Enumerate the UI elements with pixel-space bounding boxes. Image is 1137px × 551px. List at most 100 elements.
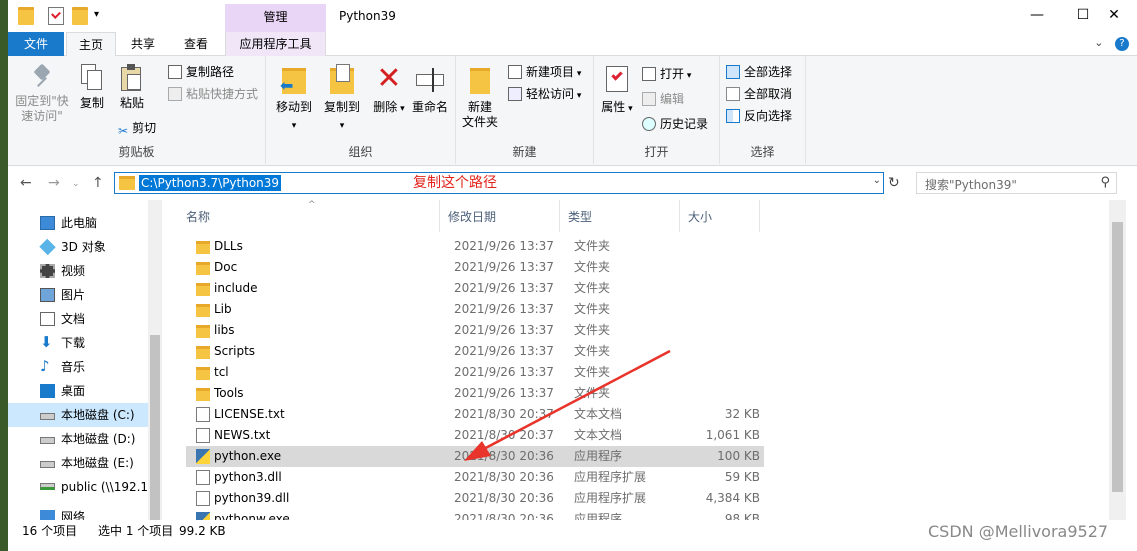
forward-arrow-icon[interactable]: → (48, 175, 60, 191)
address-path[interactable]: C:\Python3.7\Python39 (139, 175, 282, 191)
file-row[interactable]: Lib 2021/9/26 13:37 文件夹 (186, 299, 764, 320)
move-to-button[interactable]: ⬅ 移动到 ▾ (274, 64, 314, 134)
python-exe-icon (196, 449, 210, 464)
up-arrow-icon[interactable]: ↑ (92, 175, 104, 191)
address-row: ← → ⌄ ↑ C:\Python3.7\Python39 复制这个路径 ⌄ ↻… (8, 167, 1137, 199)
nav-scrollbar-thumb[interactable] (150, 335, 160, 520)
file-row[interactable]: python39.dll 2021/8/30 20:36 应用程序扩展 4,384 K… (186, 488, 764, 509)
file-date: 2021/9/26 13:37 (454, 239, 554, 253)
select-all-button[interactable]: 全部选择 (726, 62, 792, 82)
pin-icon (32, 63, 52, 90)
nav-label: 本地磁盘 (E:) (61, 456, 134, 470)
tab-app-tools[interactable]: 应用程序工具 (225, 32, 326, 56)
tab-file[interactable]: 文件 (8, 32, 64, 56)
nav-item-pictures[interactable]: 图片 (8, 283, 148, 307)
file-name: python3.dll (214, 470, 282, 484)
properties-quick-icon[interactable] (48, 7, 64, 25)
copy-path-button[interactable]: 复制路径 (168, 62, 234, 82)
address-dropdown-icon[interactable]: ⌄ (873, 175, 881, 186)
search-input[interactable]: 搜索"Python39" ⚲ (916, 172, 1117, 194)
file-name: DLLs (214, 239, 243, 253)
column-header-name[interactable]: 名称 (178, 200, 440, 232)
nav-item-desktop[interactable]: 桌面 (8, 379, 148, 403)
tab-home[interactable]: 主页 (66, 32, 116, 57)
edit-button[interactable]: 编辑 (642, 89, 684, 109)
select-none-button[interactable]: 全部取消 (726, 84, 792, 104)
collapse-ribbon-icon[interactable]: ⌄ (1094, 36, 1103, 49)
recent-locations-icon[interactable]: ⌄ (72, 179, 80, 189)
paste-shortcut-button[interactable]: 粘贴快捷方式 (168, 84, 258, 104)
file-row[interactable]: NEWS.txt 2021/8/30 20:37 文本文档 1,061 KB (186, 425, 764, 446)
file-size: 32 KB (724, 407, 760, 421)
nav-item-network[interactable]: 网络 (8, 505, 148, 520)
column-header-type[interactable]: 类型 (560, 200, 680, 232)
rename-button[interactable]: 重命名 (410, 64, 450, 115)
nav-item-documents[interactable]: 文档 (8, 307, 148, 331)
paste-button[interactable]: 粘贴 (114, 64, 150, 111)
cut-button[interactable]: ✂ 剪切 (118, 118, 156, 138)
properties-button[interactable]: 属性 ▾ (600, 64, 634, 117)
tab-view[interactable]: 查看 (170, 32, 222, 56)
file-name: Scripts (214, 344, 256, 358)
nav-item-videos[interactable]: 视频 (8, 259, 148, 283)
back-arrow-icon[interactable]: ← (20, 175, 32, 191)
nav-item-drive-e[interactable]: 本地磁盘 (E:) (8, 451, 148, 475)
copy-button[interactable]: 复制 (76, 64, 108, 111)
select-all-label: 全部选择 (744, 65, 793, 79)
nav-item-downloads[interactable]: ⬇ 下载 (8, 331, 148, 355)
help-icon[interactable]: ? (1115, 37, 1129, 51)
nav-item-this-pc[interactable]: 此电脑 (8, 211, 148, 235)
file-row[interactable]: libs 2021/9/26 13:37 文件夹 (186, 320, 764, 341)
column-header-size[interactable]: 大小 (680, 200, 760, 232)
history-icon (642, 117, 656, 131)
nav-item-drive-d[interactable]: 本地磁盘 (D:) (8, 427, 148, 451)
file-row[interactable]: pythonw.exe 2021/8/30 20:36 应用程序 98 KB (186, 509, 764, 520)
easy-access-button[interactable]: 轻松访问 ▾ (508, 84, 581, 104)
open-button[interactable]: 打开 ▾ (642, 64, 691, 84)
tab-share[interactable]: 共享 (120, 32, 166, 56)
file-row[interactable]: Tools 2021/9/26 13:37 文件夹 (186, 383, 764, 404)
file-row[interactable]: python3.dll 2021/8/30 20:36 应用程序扩展 59 KB (186, 467, 764, 488)
nav-item-public-share[interactable]: public (\\192.16 (8, 475, 148, 499)
refresh-icon[interactable]: ↻ (888, 175, 900, 191)
file-date: 2021/8/30 20:37 (454, 428, 554, 442)
quick-access-dropdown-icon[interactable]: ▾ (94, 9, 99, 20)
new-folder-quick-icon[interactable] (72, 7, 88, 25)
pin-quick-access-button[interactable]: 固定到"快 速访问" (14, 63, 70, 124)
invert-selection-label: 反向选择 (744, 109, 793, 123)
minimize-button[interactable]: — (1014, 0, 1060, 30)
ribbon-home: 固定到"快 速访问" 复制 粘贴 复制路径 粘贴快捷方式 ✂ 剪切 剪贴板 ⬅ … (8, 56, 1137, 166)
file-row[interactable]: Scripts 2021/9/26 13:37 文件夹 (186, 341, 764, 362)
content-scrollbar-thumb[interactable] (1112, 222, 1123, 492)
nav-label: 本地磁盘 (C:) (61, 408, 135, 422)
new-item-button[interactable]: 新建项目 ▾ (508, 62, 581, 82)
folder-icon (196, 367, 210, 380)
file-row[interactable]: tcl 2021/9/26 13:37 文件夹 (186, 362, 764, 383)
file-row[interactable]: DLLs 2021/9/26 13:37 文件夹 (186, 236, 764, 257)
column-header-date[interactable]: 修改日期 (440, 200, 560, 232)
3d-objects-icon (39, 238, 56, 256)
new-folder-button[interactable]: 新建 文件夹 (460, 64, 500, 130)
close-button[interactable]: ✕ (1091, 0, 1137, 30)
folder-icon (196, 325, 210, 338)
file-row[interactable]: python.exe 2021/8/30 20:36 应用程序 100 KB (186, 446, 764, 467)
copy-to-button[interactable]: 复制到 ▾ (322, 64, 362, 134)
file-name: LICENSE.txt (214, 407, 285, 421)
nav-item-3d-objects[interactable]: 3D 对象 (8, 235, 148, 259)
select-none-label: 全部取消 (744, 87, 793, 101)
nav-item-drive-c[interactable]: 本地磁盘 (C:) (8, 403, 148, 427)
file-type: 应用程序 (574, 449, 623, 463)
select-group-label: 选择 (750, 145, 775, 159)
history-button[interactable]: 历史记录 (642, 114, 708, 134)
file-row[interactable]: Doc 2021/9/26 13:37 文件夹 (186, 257, 764, 278)
download-icon: ⬇ (40, 333, 53, 351)
file-row[interactable]: LICENSE.txt 2021/8/30 20:37 文本文档 32 KB (186, 404, 764, 425)
rename-label: 重命名 (411, 100, 448, 114)
delete-button[interactable]: ✕ 删除 ▾ (372, 64, 406, 117)
invert-selection-button[interactable]: 反向选择 (726, 106, 792, 126)
file-row[interactable]: include 2021/9/26 13:37 文件夹 (186, 278, 764, 299)
nav-item-music[interactable]: ♪ 音乐 (8, 355, 148, 379)
clipboard-group-label: 剪贴板 (118, 145, 155, 159)
address-bar[interactable]: C:\Python3.7\Python39 复制这个路径 ⌄ (114, 172, 884, 194)
copy-label: 复制 (79, 96, 104, 110)
